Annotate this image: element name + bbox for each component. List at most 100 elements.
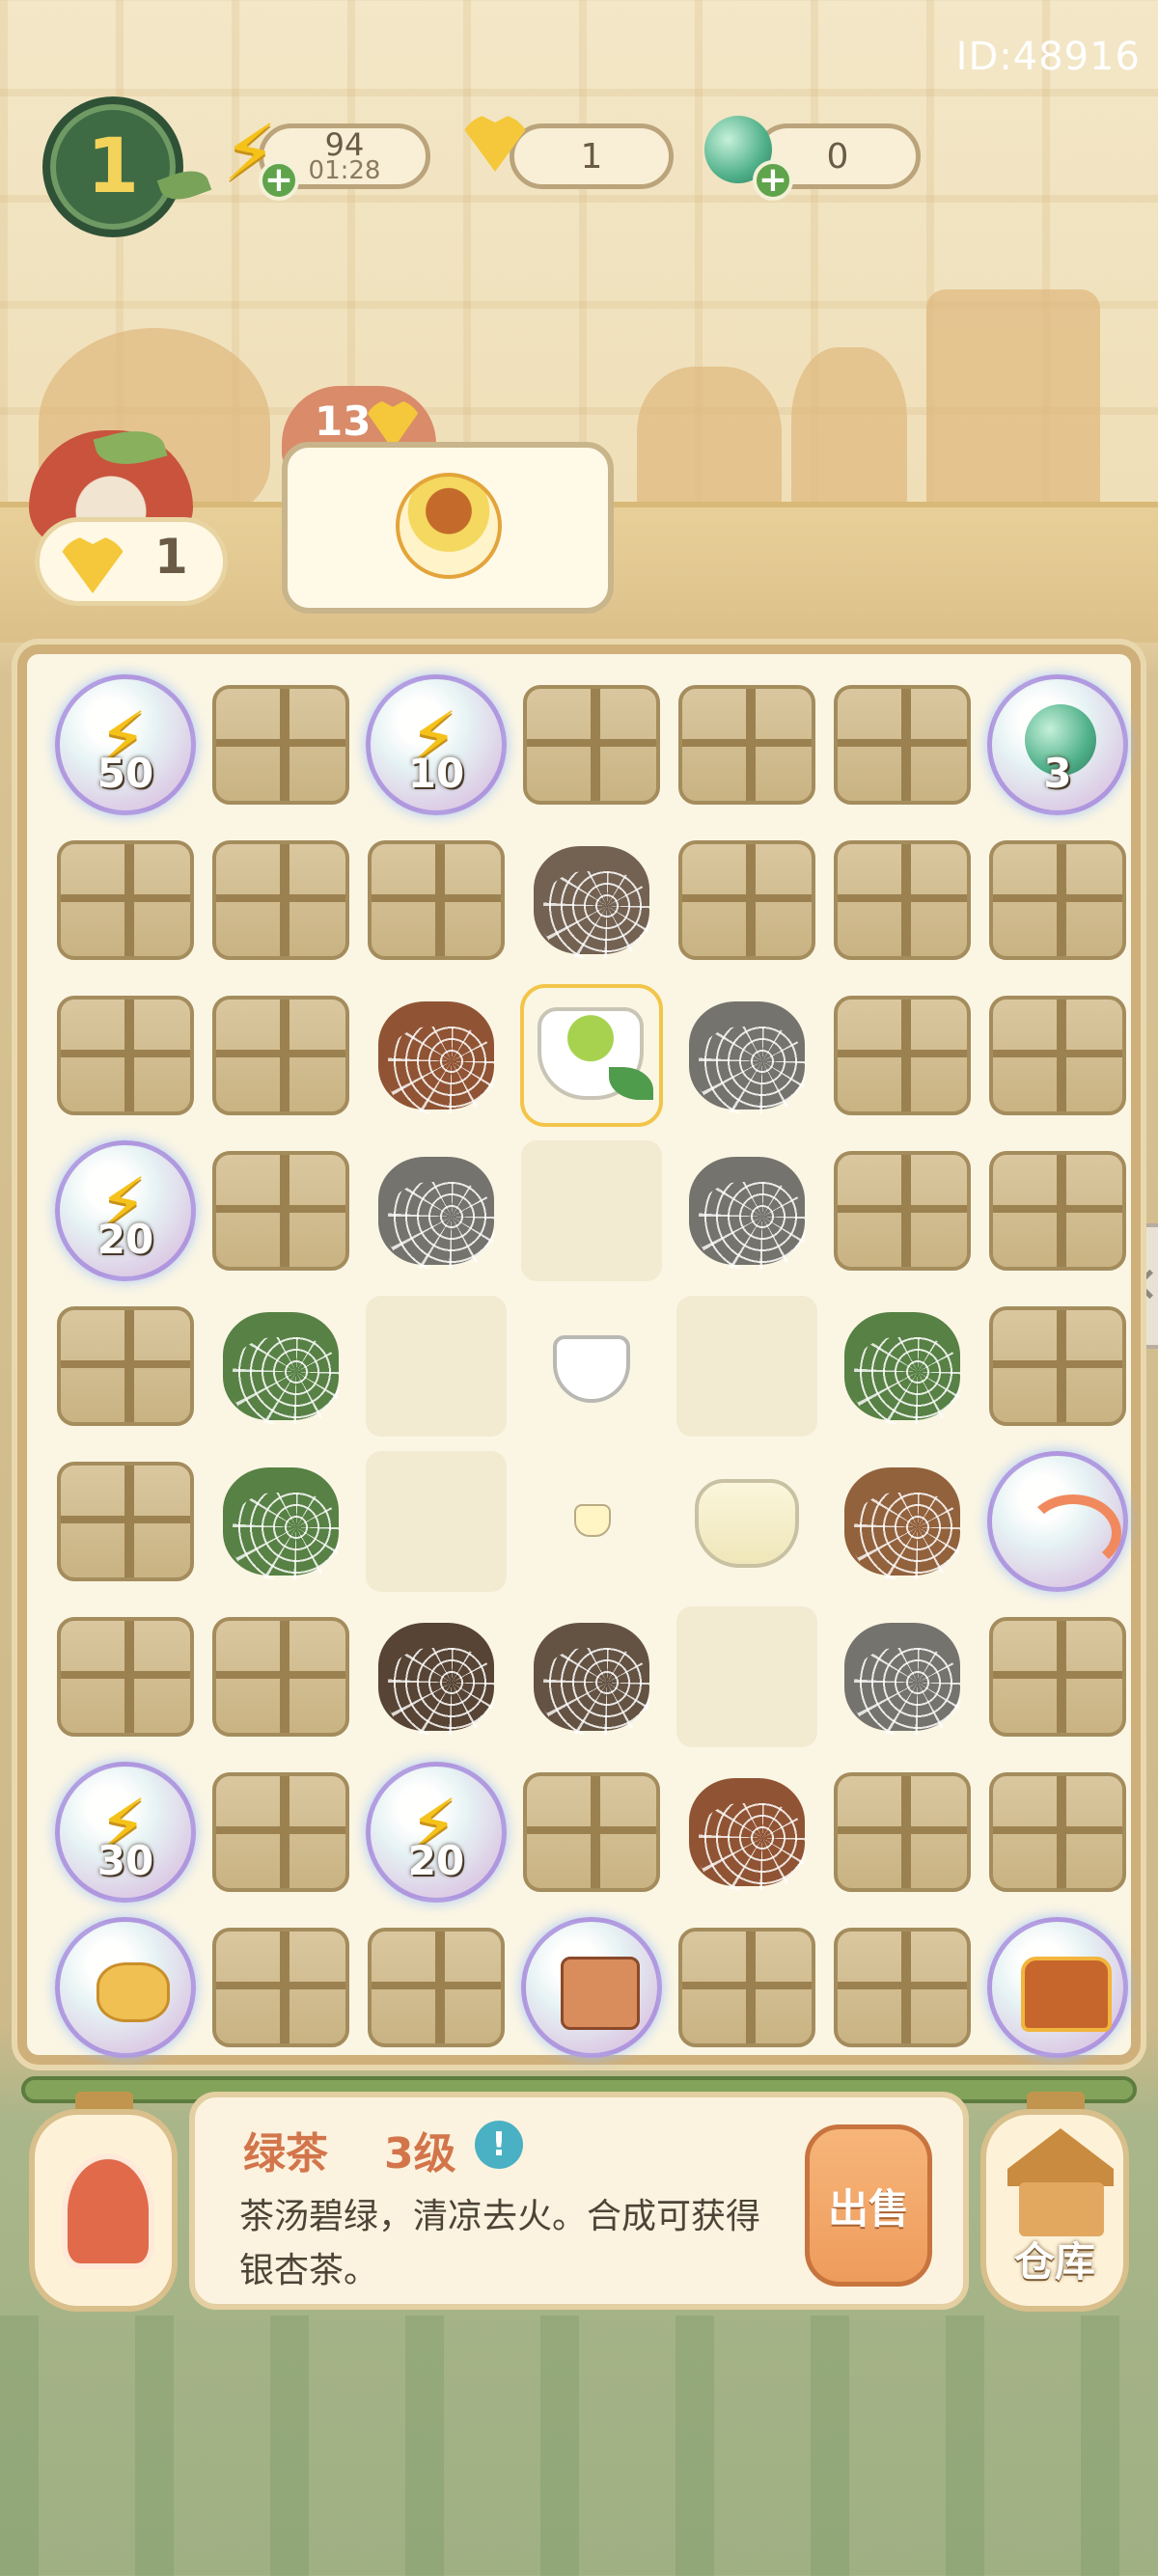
bubble-energy-50[interactable]: ⚡ 50 [55, 674, 196, 815]
crate-icon[interactable] [834, 996, 971, 1115]
board-cell[interactable] [980, 1134, 1135, 1288]
board-cell[interactable] [204, 1289, 358, 1443]
board-cell[interactable]: ⚡ 20 [48, 1134, 203, 1288]
board-cell[interactable] [514, 823, 669, 977]
board-cell[interactable] [48, 978, 203, 1133]
bubble-frog[interactable] [55, 1917, 196, 2058]
board-cell[interactable] [980, 978, 1135, 1133]
board-cell[interactable] [670, 1755, 824, 1909]
webbed-pot-icon[interactable] [679, 988, 814, 1123]
webbed-pot-icon[interactable] [835, 1609, 970, 1744]
board-cell[interactable]: 3 [980, 668, 1135, 822]
board-cell[interactable] [514, 668, 669, 822]
board-cell[interactable] [670, 1600, 824, 1754]
green-tea-cup-icon[interactable] [520, 984, 663, 1127]
bubble-cake[interactable] [521, 1917, 662, 2058]
white-cup-icon[interactable] [524, 1299, 659, 1434]
crate-icon[interactable] [523, 685, 660, 805]
crate-icon[interactable] [834, 1772, 971, 1892]
board-cell[interactable] [825, 978, 979, 1133]
board-cell[interactable] [514, 1600, 669, 1754]
webbed-brush-icon[interactable] [679, 1765, 814, 1900]
board-cell[interactable] [980, 1289, 1135, 1443]
crate-icon[interactable] [368, 840, 505, 960]
crate-icon[interactable] [212, 996, 349, 1115]
board-cell[interactable] [48, 1444, 203, 1599]
board-cell[interactable] [48, 1289, 203, 1443]
crate-icon[interactable] [212, 1928, 349, 2047]
board-cell[interactable]: ⚡ 20 [359, 1755, 513, 1909]
info-icon[interactable]: ! [475, 2121, 523, 2169]
crate-icon[interactable] [834, 685, 971, 805]
empty-tile[interactable] [366, 1296, 507, 1437]
ginkgo-counter[interactable]: 1 [510, 123, 674, 189]
crate-icon[interactable] [212, 840, 349, 960]
board-cell[interactable] [670, 1134, 824, 1288]
board-cell[interactable] [825, 1444, 979, 1599]
board-cell[interactable] [980, 1755, 1135, 1909]
webbed-leaf-icon[interactable] [213, 1299, 348, 1434]
crate-icon[interactable] [989, 996, 1126, 1115]
crate-icon[interactable] [989, 1617, 1126, 1737]
empty-tile[interactable] [521, 1140, 662, 1281]
webbed-pot-icon[interactable] [369, 1143, 504, 1278]
crate-icon[interactable] [57, 840, 194, 960]
board-cell[interactable] [825, 668, 979, 822]
board-cell[interactable] [359, 1289, 513, 1443]
board-cell[interactable] [204, 1134, 358, 1288]
board-cell[interactable] [204, 668, 358, 822]
board-cell[interactable] [514, 1289, 669, 1443]
crate-icon[interactable] [678, 840, 815, 960]
warehouse-button[interactable]: 仓库 [980, 2109, 1129, 2312]
bubble-energy-10[interactable]: ⚡ 10 [366, 674, 507, 815]
crate-icon[interactable] [523, 1772, 660, 1892]
crate-icon[interactable] [212, 1151, 349, 1271]
board-cell[interactable] [514, 1910, 669, 2065]
board-cell[interactable] [359, 1600, 513, 1754]
webbed-leaf-icon[interactable] [835, 1299, 970, 1434]
crate-icon[interactable] [57, 1617, 194, 1737]
empty-tile[interactable] [676, 1606, 817, 1747]
board-cell[interactable] [825, 1910, 979, 2065]
crate-icon[interactable] [678, 685, 815, 805]
board-cell[interactable] [825, 1289, 979, 1443]
board-cell[interactable] [670, 1910, 824, 2065]
board-cell[interactable] [980, 1444, 1135, 1599]
crate-icon[interactable] [212, 1617, 349, 1737]
crate-icon[interactable] [834, 1928, 971, 2047]
crate-icon[interactable] [989, 1772, 1126, 1892]
crate-icon[interactable] [212, 685, 349, 805]
webbed-cake-icon[interactable] [369, 1609, 504, 1744]
crate-icon[interactable] [57, 996, 194, 1115]
bubble-energy-30[interactable]: ⚡ 30 [55, 1762, 196, 1903]
webbed-brush-icon[interactable] [369, 988, 504, 1123]
bubble-chest[interactable] [987, 1917, 1128, 2058]
board-cell[interactable] [204, 978, 358, 1133]
board-cell[interactable] [825, 1600, 979, 1754]
crate-icon[interactable] [834, 1151, 971, 1271]
board-cell[interactable] [514, 978, 669, 1133]
webbed-teapot-icon[interactable] [524, 833, 659, 968]
board-cell[interactable] [670, 1444, 824, 1599]
board-cell[interactable] [359, 1444, 513, 1599]
crate-icon[interactable] [989, 1151, 1126, 1271]
sell-button[interactable]: 出售 [805, 2124, 932, 2287]
bubble-shrimp[interactable] [987, 1451, 1128, 1592]
board-cell[interactable] [670, 978, 824, 1133]
board-cell[interactable] [204, 1600, 358, 1754]
board-cell[interactable] [514, 1444, 669, 1599]
crate-icon[interactable] [834, 840, 971, 960]
webbed-pot-icon[interactable] [679, 1143, 814, 1278]
crate-icon[interactable] [57, 1462, 194, 1581]
board-cell[interactable] [204, 823, 358, 977]
board-cell[interactable] [825, 823, 979, 977]
energy-plus-button[interactable]: + [259, 160, 299, 201]
board-cell[interactable] [825, 1755, 979, 1909]
board-cell[interactable] [980, 1910, 1135, 2065]
jade-plus-button[interactable]: + [753, 160, 793, 201]
crate-icon[interactable] [678, 1928, 815, 2047]
bubble-jade-3[interactable]: 3 [987, 674, 1128, 815]
board-cell[interactable] [204, 1910, 358, 2065]
tail-lantern-button[interactable] [29, 2109, 178, 2312]
empty-tile[interactable] [676, 1296, 817, 1437]
